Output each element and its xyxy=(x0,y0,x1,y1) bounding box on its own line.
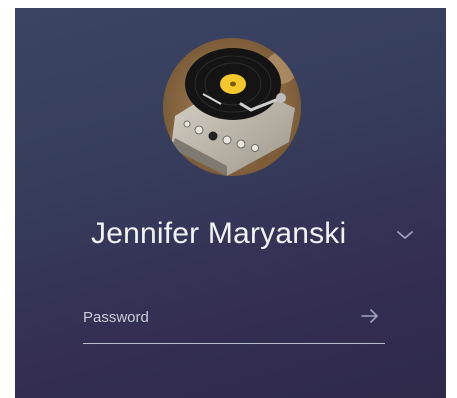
user-row[interactable]: Jennifer Maryanski xyxy=(15,213,446,263)
chevron-down-icon[interactable] xyxy=(395,228,415,242)
user-name: Jennifer Maryanski xyxy=(91,217,347,250)
login-screen: Jennifer Maryanski xyxy=(15,8,446,398)
user-avatar[interactable] xyxy=(163,38,301,176)
password-field xyxy=(83,304,385,344)
arrow-right-icon[interactable] xyxy=(359,307,381,325)
password-input[interactable] xyxy=(83,304,353,330)
record-player-avatar-icon xyxy=(163,38,301,176)
password-underline xyxy=(83,343,385,344)
